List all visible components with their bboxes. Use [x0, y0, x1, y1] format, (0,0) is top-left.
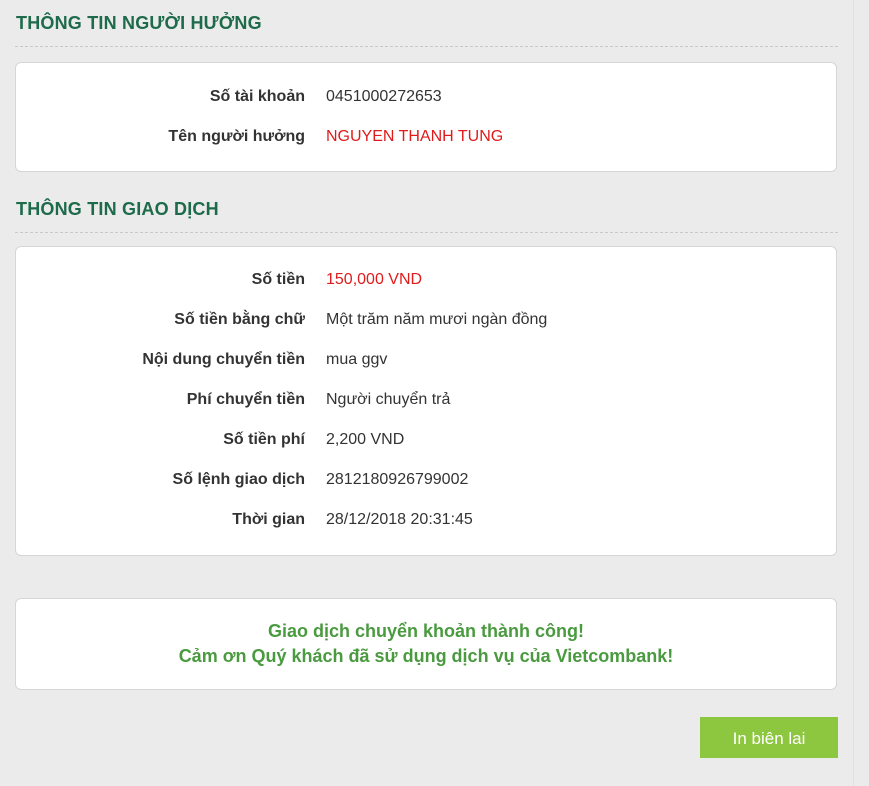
thank-you-message: Cảm ơn Quý khách đã sử dụng dịch vụ của …: [178, 646, 674, 666]
time-row: Thời gian 28/12/2018 20:31:45: [16, 510, 836, 530]
amount-value: 150,000 VND: [326, 271, 423, 288]
print-receipt-button[interactable]: In biên lai: [700, 717, 838, 758]
amount-in-words-row: Số tiền bằng chữ Một trăm năm mươi ngàn …: [16, 310, 836, 330]
beneficiary-name-row: Tên người hưởng NGUYEN THANH TUNG: [16, 127, 836, 147]
amount-in-words-label: Số tiền bằng chữ: [174, 311, 305, 328]
fee-amount-row: Số tiền phí 2,200 VND: [16, 430, 836, 450]
time-value: 28/12/2018 20:31:45: [326, 511, 473, 528]
beneficiary-name-value: NGUYEN THANH TUNG: [326, 128, 504, 145]
transaction-section-title: THÔNG TIN GIAO DỊCH: [16, 199, 219, 219]
transaction-id-row: Số lệnh giao dịch 2812180926799002: [16, 470, 836, 490]
account-number-value: 0451000272653: [326, 88, 442, 105]
section-divider: [15, 46, 838, 47]
transaction-card: Số tiền 150,000 VND Số tiền bằng chữ Một…: [15, 246, 837, 556]
transfer-content-value: mua ggv: [326, 351, 388, 368]
amount-label: Số tiền: [251, 271, 305, 288]
account-number-row: Số tài khoản 0451000272653: [16, 87, 836, 107]
success-message-card: Giao dịch chuyển khoản thành công! Cảm ơ…: [15, 598, 837, 690]
transfer-fee-label: Phí chuyển tiền: [186, 391, 305, 408]
fee-amount-value: 2,200 VND: [326, 431, 405, 448]
transfer-content-row: Nội dung chuyển tiền mua ggv: [16, 350, 836, 370]
transfer-result-page: THÔNG TIN NGƯỜI HƯỞNG Số tài khoản 04510…: [0, 0, 853, 786]
transaction-id-value: 2812180926799002: [326, 471, 469, 488]
time-label: Thời gian: [232, 511, 305, 528]
scrollbar[interactable]: [853, 0, 869, 786]
transfer-fee-value: Người chuyển trả: [326, 391, 451, 408]
beneficiary-name-label: Tên người hưởng: [168, 128, 305, 145]
beneficiary-card: Số tài khoản 0451000272653 Tên người hưở…: [15, 62, 837, 172]
account-number-label: Số tài khoản: [209, 88, 305, 105]
transaction-id-label: Số lệnh giao dịch: [172, 471, 305, 488]
section-divider: [15, 232, 838, 233]
fee-amount-label: Số tiền phí: [223, 431, 305, 448]
transfer-content-label: Nội dung chuyển tiền: [142, 351, 305, 368]
success-message: Giao dịch chuyển khoản thành công!: [267, 621, 585, 641]
amount-in-words-value: Một trăm năm mươi ngàn đồng: [326, 311, 548, 328]
amount-row: Số tiền 150,000 VND: [16, 270, 836, 290]
beneficiary-section-title: THÔNG TIN NGƯỜI HƯỞNG: [16, 13, 262, 33]
transfer-fee-row: Phí chuyển tiền Người chuyển trả: [16, 390, 836, 410]
